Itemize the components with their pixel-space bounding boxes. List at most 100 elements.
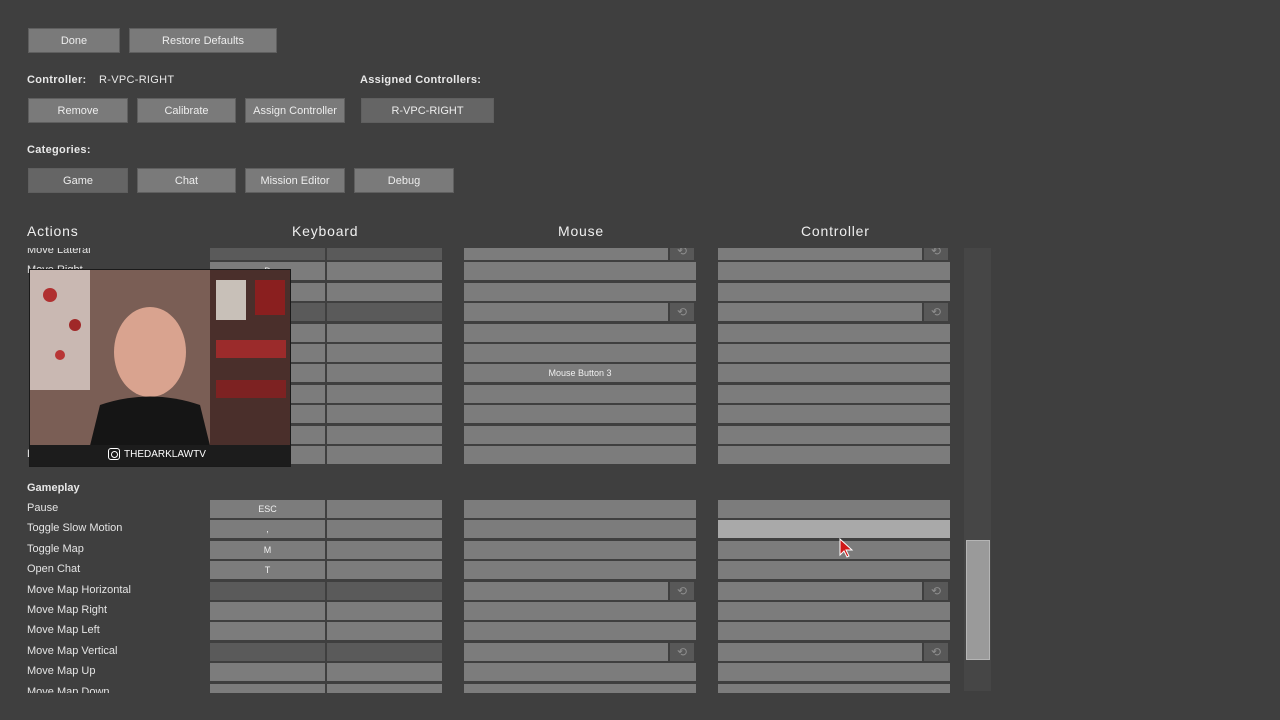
controller-binding-cell[interactable]	[718, 364, 950, 383]
keyboard-primary-cell[interactable]	[210, 602, 325, 620]
controller-binding-cell[interactable]	[718, 344, 950, 362]
category-chat-button[interactable]: Chat	[137, 168, 236, 193]
assigned-controller-item[interactable]: R-VPC-RIGHT	[361, 98, 494, 123]
assign-controller-button[interactable]: Assign Controller	[245, 98, 345, 123]
keyboard-secondary-cell[interactable]	[327, 446, 442, 464]
mouse-binding-cell[interactable]: Mouse Button 3	[464, 364, 696, 383]
mouse-binding-cell[interactable]	[464, 561, 696, 580]
mouse-binding-cell[interactable]	[464, 425, 696, 444]
calibrate-button[interactable]: Calibrate	[137, 98, 236, 123]
keyboard-secondary-cell[interactable]	[327, 303, 442, 322]
controller-reset-icon[interactable]: ⟲	[924, 581, 948, 600]
category-debug-button[interactable]: Debug	[354, 168, 454, 193]
keyboard-secondary-cell[interactable]	[327, 622, 442, 641]
mouse-binding-cell[interactable]	[464, 520, 696, 539]
keyboard-secondary-cell[interactable]	[327, 323, 442, 342]
mouse-binding-cell[interactable]	[464, 303, 668, 322]
mouse-binding-cell[interactable]	[464, 622, 696, 641]
mouse-binding-cell[interactable]	[464, 323, 696, 342]
binding-row: Move Map Horizontal ⟲ ⟲	[0, 581, 1000, 602]
mouse-binding-cell[interactable]	[464, 663, 696, 682]
keyboard-primary-cell[interactable]	[210, 683, 325, 693]
keyboard-secondary-cell[interactable]	[327, 683, 442, 693]
mouse-binding-cell[interactable]	[464, 602, 696, 620]
controller-binding-cell[interactable]	[718, 683, 950, 693]
keyboard-primary-cell[interactable]	[210, 622, 325, 641]
social-handle: THEDARKLAWTV	[124, 448, 206, 460]
keyboard-secondary-cell[interactable]	[327, 561, 442, 580]
keyboard-secondary-cell[interactable]	[327, 384, 442, 403]
keyboard-secondary-cell[interactable]	[327, 642, 442, 661]
controller-binding-cell[interactable]	[718, 384, 950, 403]
controller-binding-cell[interactable]	[718, 446, 950, 464]
mouse-binding-cell[interactable]	[464, 344, 696, 362]
mouse-reset-icon[interactable]: ⟲	[670, 303, 694, 322]
controller-binding-cell[interactable]	[718, 500, 950, 518]
keyboard-secondary-cell[interactable]	[327, 581, 442, 600]
controller-binding-cell[interactable]	[718, 262, 950, 281]
controller-binding-cell[interactable]	[718, 602, 950, 620]
action-name: Move Map Horizontal	[27, 583, 131, 596]
mouse-binding-cell[interactable]	[464, 642, 668, 661]
action-name: Move Map Down	[27, 685, 110, 693]
keyboard-secondary-cell[interactable]	[327, 364, 442, 383]
keyboard-secondary-cell[interactable]	[327, 282, 442, 301]
mouse-binding-cell[interactable]	[464, 500, 696, 518]
done-button[interactable]: Done	[28, 28, 120, 53]
keyboard-secondary-cell[interactable]	[327, 663, 442, 682]
keyboard-primary-cell[interactable]	[210, 248, 325, 260]
controller-binding-cell[interactable]	[718, 405, 950, 424]
keyboard-secondary-cell[interactable]	[327, 540, 442, 559]
mouse-binding-cell[interactable]	[464, 683, 696, 693]
scrollbar-thumb[interactable]	[966, 540, 990, 660]
mouse-binding-cell[interactable]	[464, 262, 696, 281]
controller-binding-cell[interactable]	[718, 425, 950, 444]
mouse-reset-icon[interactable]: ⟲	[670, 248, 694, 260]
controller-reset-icon[interactable]: ⟲	[924, 642, 948, 661]
controller-reset-icon[interactable]: ⟲	[924, 248, 948, 260]
controller-binding-cell[interactable]	[718, 561, 950, 580]
mouse-binding-cell[interactable]	[464, 248, 668, 260]
mouse-binding-cell[interactable]	[464, 384, 696, 403]
mouse-binding-cell[interactable]	[464, 540, 696, 559]
keyboard-secondary-cell[interactable]	[327, 425, 442, 444]
mouse-binding-cell[interactable]	[464, 405, 696, 424]
keyboard-primary-cell[interactable]	[210, 581, 325, 600]
controller-binding-cell[interactable]	[718, 581, 922, 600]
action-name: Open Chat	[27, 563, 81, 576]
mouse-binding-cell[interactable]	[464, 581, 668, 600]
keyboard-primary-cell[interactable]: T	[210, 561, 325, 580]
controller-binding-cell[interactable]	[718, 622, 950, 641]
restore-defaults-button[interactable]: Restore Defaults	[129, 28, 277, 53]
keyboard-primary-cell[interactable]	[210, 642, 325, 661]
controller-binding-cell[interactable]	[718, 642, 922, 661]
mouse-binding-cell[interactable]	[464, 282, 696, 301]
keyboard-secondary-cell[interactable]	[327, 248, 442, 260]
binding-row: Move Map Up	[0, 663, 1000, 683]
controller-column-header: Controller	[801, 223, 870, 239]
keyboard-primary-cell[interactable]	[210, 663, 325, 682]
keyboard-secondary-cell[interactable]	[327, 500, 442, 518]
remove-button[interactable]: Remove	[28, 98, 128, 123]
category-mission-editor-button[interactable]: Mission Editor	[245, 168, 345, 193]
mouse-binding-cell[interactable]	[464, 446, 696, 464]
controller-binding-cell[interactable]	[718, 663, 950, 682]
keyboard-secondary-cell[interactable]	[327, 602, 442, 620]
keyboard-primary-cell[interactable]: M	[210, 540, 325, 559]
keyboard-secondary-cell[interactable]	[327, 344, 442, 362]
controller-reset-icon[interactable]: ⟲	[924, 303, 948, 322]
controller-binding-cell[interactable]	[718, 282, 950, 301]
controller-binding-cell[interactable]	[718, 323, 950, 342]
mouse-reset-icon[interactable]: ⟲	[670, 642, 694, 661]
controller-binding-cell[interactable]	[718, 520, 950, 539]
mouse-reset-icon[interactable]: ⟲	[670, 581, 694, 600]
keyboard-secondary-cell[interactable]	[327, 520, 442, 539]
controller-binding-cell[interactable]	[718, 540, 950, 559]
category-game-button[interactable]: Game	[28, 168, 128, 193]
controller-binding-cell[interactable]	[718, 248, 922, 260]
keyboard-primary-cell[interactable]: ,	[210, 520, 325, 539]
keyboard-secondary-cell[interactable]	[327, 262, 442, 281]
keyboard-secondary-cell[interactable]	[327, 405, 442, 424]
controller-binding-cell[interactable]	[718, 303, 922, 322]
keyboard-primary-cell[interactable]: ESC	[210, 500, 325, 518]
